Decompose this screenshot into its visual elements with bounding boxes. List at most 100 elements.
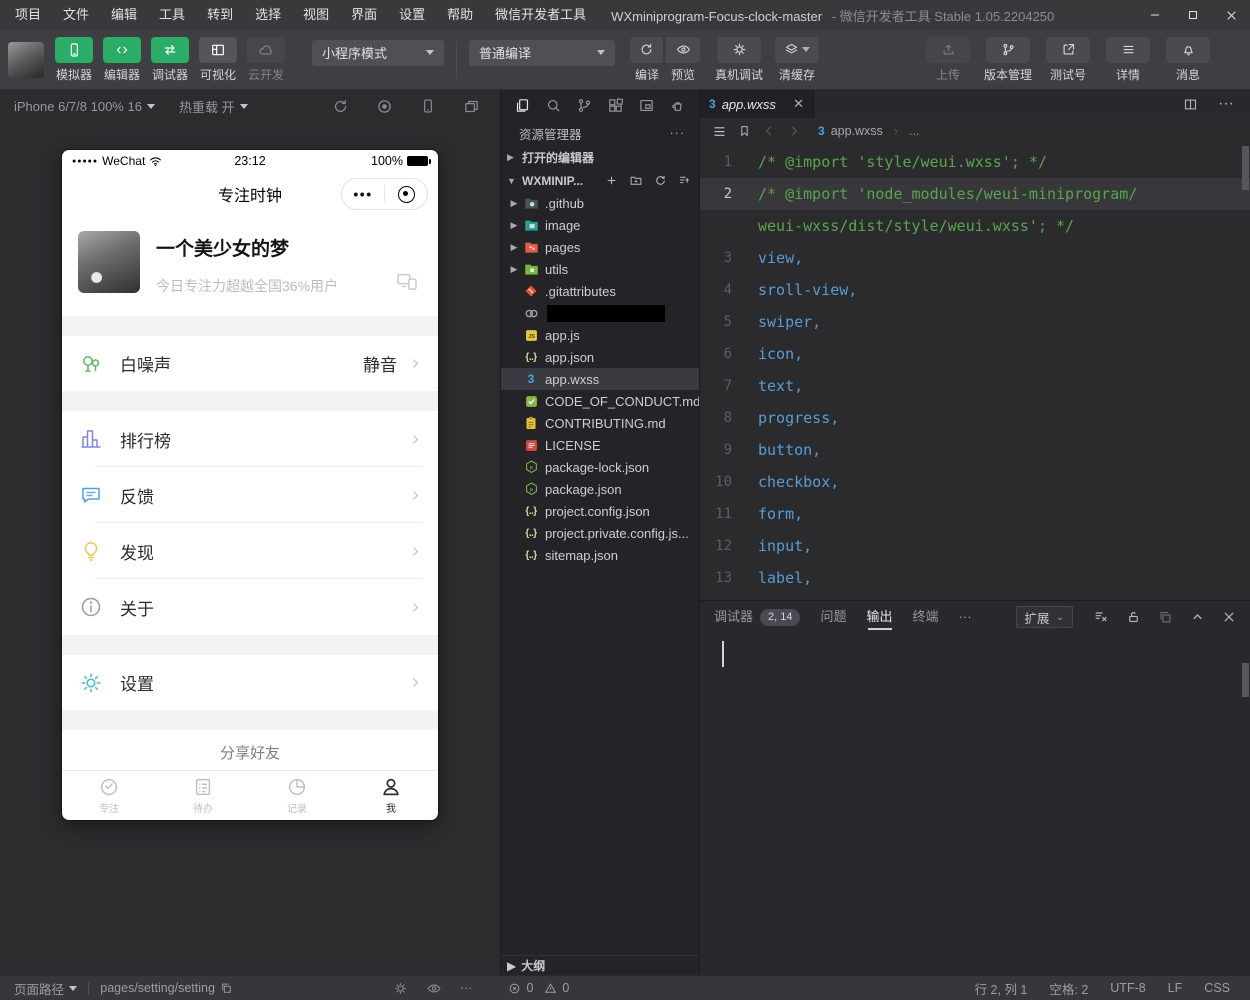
tree-file-sitemap.json[interactable]: {..}sitemap.json <box>501 544 699 566</box>
refresh-icon[interactable] <box>654 174 667 187</box>
menu-item[interactable]: 选择 <box>244 0 292 30</box>
split-editor-icon[interactable] <box>1183 97 1198 112</box>
line-col-indicator[interactable]: 行 2, 列 1 <box>975 979 1028 998</box>
more-icon[interactable]: ··· <box>460 981 473 995</box>
list-item-发现[interactable]: 发现 <box>62 523 438 579</box>
capsule-close-button[interactable] <box>385 186 427 203</box>
tab-我[interactable]: 我 <box>344 771 438 820</box>
code-line[interactable]: 12input, <box>700 530 1250 562</box>
tab-专注[interactable]: 专注 <box>62 771 156 820</box>
chevron-up-icon[interactable] <box>1190 610 1205 625</box>
device-frame-icon[interactable] <box>420 98 436 114</box>
more-icon[interactable]: ··· <box>670 126 686 140</box>
list-item-白噪声[interactable]: 白噪声静音 <box>62 336 438 391</box>
open-editors-section[interactable]: ▶ 打开的编辑器 <box>501 146 699 169</box>
code-line[interactable]: weui-wxss/dist/style/weui.wxss'; */ <box>700 210 1250 242</box>
language-indicator[interactable]: CSS <box>1204 981 1230 995</box>
toolbar-button-预览[interactable]: 预览 <box>665 37 701 83</box>
new-folder-icon[interactable] <box>629 174 643 187</box>
tree-file-app.wxss[interactable]: 3app.wxss <box>501 368 699 390</box>
tree-file-LICENSE[interactable]: LICENSE <box>501 434 699 456</box>
code-line[interactable]: 13label, <box>700 562 1250 594</box>
menu-item[interactable]: 工具 <box>148 0 196 30</box>
close-tab-icon[interactable]: ✕ <box>793 96 804 112</box>
menu-item[interactable]: 设置 <box>388 0 436 30</box>
view-toggle-调试器[interactable]: 调试器 <box>146 37 194 83</box>
code-line[interactable]: 9button, <box>700 434 1250 466</box>
more-icon[interactable]: ··· <box>1218 95 1234 113</box>
tree-file-CONTRIBUTING.md[interactable]: CONTRIBUTING.md <box>501 412 699 434</box>
device-select[interactable]: iPhone 6/7/8 100% 16 <box>14 99 155 114</box>
close-button[interactable] <box>1212 0 1250 30</box>
maximize-button[interactable] <box>1174 0 1212 30</box>
toolbar-button-测试号[interactable]: 测试号 <box>1040 37 1096 83</box>
menu-item[interactable]: 转到 <box>196 0 244 30</box>
mode-select[interactable]: 小程序模式 <box>312 40 444 66</box>
user-avatar[interactable] <box>8 42 44 78</box>
code-line[interactable]: 3view, <box>700 242 1250 274</box>
view-toggle-云开发[interactable]: 云开发 <box>242 37 290 83</box>
search-icon[interactable] <box>545 97 562 114</box>
code-line[interactable]: 11form, <box>700 498 1250 530</box>
list-item-反馈[interactable]: 反馈 <box>62 467 438 523</box>
eye-icon[interactable] <box>426 981 442 996</box>
multi-window-icon[interactable] <box>463 98 480 115</box>
bookmark-icon[interactable] <box>738 124 751 138</box>
toolbar-button-消息[interactable]: 消息 <box>1160 37 1216 83</box>
tree-file-package-lock.json[interactable]: jspackage-lock.json <box>501 456 699 478</box>
list-item-关于[interactable]: 关于 <box>62 579 438 635</box>
capsule-more-button[interactable]: ••• <box>342 180 384 208</box>
debugger-output[interactable] <box>700 633 1250 975</box>
toolbar-button-清缓存[interactable]: 清缓存 <box>773 37 821 83</box>
project-root-section[interactable]: ▼ WXMINIP... <box>501 169 699 192</box>
minimize-button[interactable] <box>1136 0 1174 30</box>
eol-indicator[interactable]: LF <box>1168 981 1183 995</box>
tree-folder-utils[interactable]: ▶utils <box>501 258 699 280</box>
view-toggle-模拟器[interactable]: 模拟器 <box>50 37 98 83</box>
toolbar-button-上传[interactable]: 上传 <box>920 37 976 83</box>
breadcrumb-file[interactable]: 3 app.wxss <box>818 124 883 138</box>
menu-item[interactable]: 界面 <box>340 0 388 30</box>
problems-counts[interactable]: 0 0 <box>508 981 569 995</box>
compile-mode-select[interactable]: 普通编译 <box>469 40 615 66</box>
close-panel-icon[interactable] <box>1222 610 1236 624</box>
debugger-tab-输出[interactable]: 输出 <box>867 601 893 633</box>
source-control-icon[interactable] <box>576 97 593 114</box>
tree-folder-.github[interactable]: ▶.github <box>501 192 699 214</box>
debugger-tab-···[interactable]: ··· <box>959 601 972 633</box>
code-line[interactable]: 4sroll-view, <box>700 274 1250 306</box>
outline-list-icon[interactable] <box>712 124 727 139</box>
copy-icon[interactable] <box>220 982 233 995</box>
tree-folder-pages[interactable]: ▶pages <box>501 236 699 258</box>
panel-scrollbar[interactable] <box>1242 663 1249 697</box>
debugger-tab-问题[interactable]: 问题 <box>820 601 846 633</box>
view-toggle-可视化[interactable]: 可视化 <box>194 37 242 83</box>
tree-file-redacted[interactable] <box>501 302 699 324</box>
tab-待办[interactable]: 待办 <box>156 771 250 820</box>
list-item-排行榜[interactable]: 排行榜 <box>62 411 438 467</box>
code-line[interactable]: 5swiper, <box>700 306 1250 338</box>
new-file-icon[interactable] <box>605 174 618 187</box>
menu-item[interactable]: 项目 <box>4 0 52 30</box>
tree-file-app.json[interactable]: {..}app.json <box>501 346 699 368</box>
menu-item[interactable]: 视图 <box>292 0 340 30</box>
copy-icon[interactable] <box>1158 610 1173 625</box>
tree-file-project.config.json[interactable]: {..}project.config.json <box>501 500 699 522</box>
code-line[interactable]: 7text, <box>700 370 1250 402</box>
code-line[interactable]: 8progress, <box>700 402 1250 434</box>
tree-file-.gitattributes[interactable]: .gitattributes <box>501 280 699 302</box>
code-line[interactable]: 6icon, <box>700 338 1250 370</box>
code-line[interactable]: 2/* @import 'node_modules/weui-miniprogr… <box>700 178 1250 210</box>
menu-item[interactable]: 帮助 <box>436 0 484 30</box>
toolbar-button-真机调试[interactable]: 真机调试 <box>715 37 763 83</box>
preview-window-icon[interactable] <box>638 97 655 114</box>
plugin-icon[interactable] <box>669 97 686 114</box>
toolbar-button-版本管理[interactable]: 版本管理 <box>980 37 1036 83</box>
menu-item[interactable]: 微信开发者工具 <box>484 0 597 30</box>
forward-arrow-icon[interactable] <box>787 124 801 138</box>
menu-item[interactable]: 编辑 <box>100 0 148 30</box>
breadcrumb-more[interactable]: ... <box>909 124 919 138</box>
list-item-设置[interactable]: 设置 <box>62 655 438 710</box>
profile-avatar[interactable] <box>78 231 140 293</box>
hot-reload-toggle[interactable]: 热重载 开 <box>179 97 248 116</box>
